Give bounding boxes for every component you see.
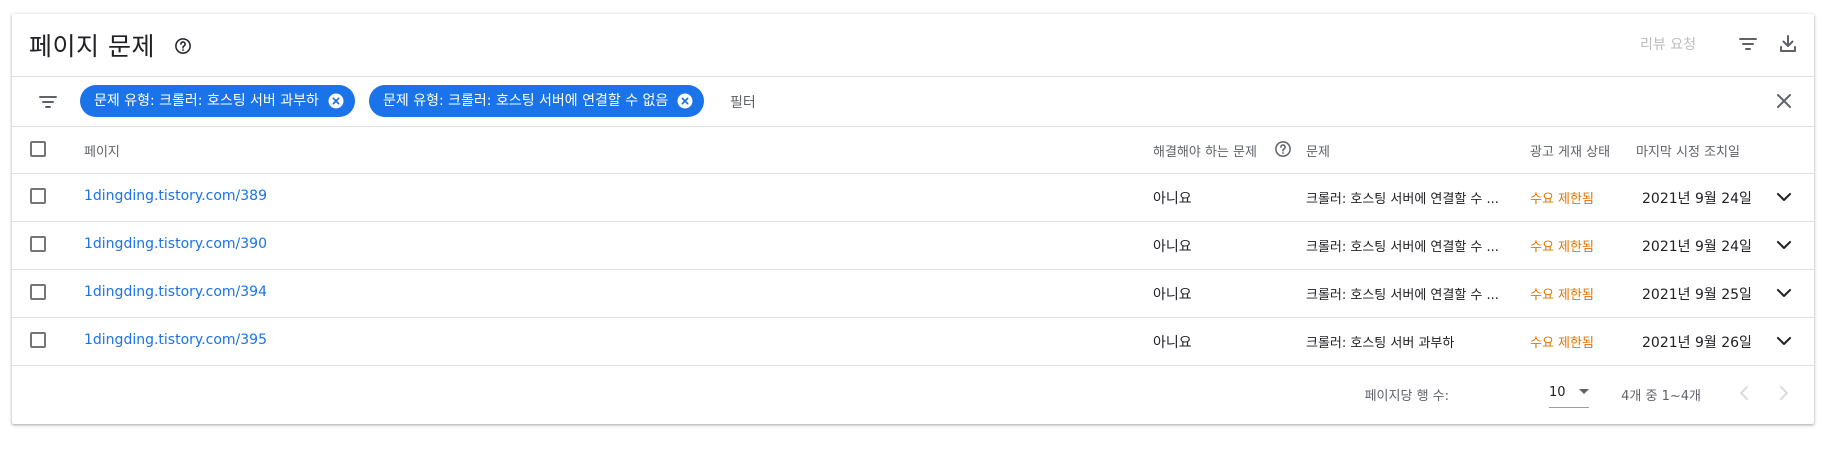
last-action-date: 2021년 9월 25일 [1642, 287, 1752, 303]
column-header-issue[interactable]: 문제 [1306, 141, 1330, 160]
page-link[interactable]: 1dingding.tistory.com/395 [84, 332, 267, 348]
ad-status-value: 수요 제한됨 [1530, 192, 1594, 207]
must-fix-value: 아니요 [1153, 287, 1192, 303]
page-link[interactable]: 1dingding.tistory.com/394 [84, 284, 267, 300]
chevron-down-icon[interactable] [1772, 185, 1796, 209]
select-all-checkbox[interactable] [30, 141, 46, 157]
close-icon[interactable] [1772, 89, 1796, 113]
last-action-date: 2021년 9월 26일 [1642, 335, 1752, 351]
filter-icon[interactable] [1736, 32, 1760, 56]
chevron-right-icon[interactable] [1772, 381, 1796, 405]
issue-value: 크롤러: 호스팅 서버에 연결할 수 ... [1306, 192, 1499, 207]
page-title: 페이지 문제 [29, 32, 155, 61]
rows-per-page-label: 페이지당 행 수: [1364, 389, 1449, 404]
table-row[interactable]: 1dingding.tistory.com/395 아니요 크롤러: 호스팅 서… [12, 317, 1814, 366]
filter-bar: 문제 유형: 크롤러: 호스팅 서버 과부하 문제 유형: 크롤러: 호스팅 서… [12, 76, 1814, 127]
row-checkbox[interactable] [30, 284, 46, 300]
close-icon[interactable] [327, 92, 345, 110]
close-icon[interactable] [676, 92, 694, 110]
page-link[interactable]: 1dingding.tistory.com/390 [84, 236, 267, 252]
last-action-date: 2021년 9월 24일 [1642, 191, 1752, 207]
chevron-left-icon[interactable] [1732, 381, 1756, 405]
filter-input[interactable]: 필터 [730, 92, 756, 112]
column-header-page[interactable]: 페이지 [84, 141, 120, 160]
header-actions: 리뷰 요청 [1640, 32, 1800, 56]
help-icon[interactable] [1274, 140, 1292, 158]
chevron-down-icon[interactable] [1772, 281, 1796, 305]
table-row[interactable]: 1dingding.tistory.com/389 아니요 크롤러: 호스팅 서… [12, 173, 1814, 222]
pagination-range: 4개 중 1~4개 [1621, 389, 1701, 404]
issue-value: 크롤러: 호스팅 서버에 연결할 수 ... [1306, 240, 1499, 255]
row-checkbox[interactable] [30, 188, 46, 204]
page-link[interactable]: 1dingding.tistory.com/389 [84, 188, 267, 204]
ad-status-value: 수요 제한됨 [1530, 336, 1594, 351]
must-fix-value: 아니요 [1153, 191, 1192, 207]
ad-status-value: 수요 제한됨 [1530, 288, 1594, 303]
ad-status-value: 수요 제한됨 [1530, 240, 1594, 255]
help-icon[interactable] [174, 37, 192, 55]
download-icon[interactable] [1776, 32, 1800, 56]
filter-chip-overload[interactable]: 문제 유형: 크롤러: 호스팅 서버 과부하 [80, 85, 355, 117]
issue-value: 크롤러: 호스팅 서버에 연결할 수 ... [1306, 288, 1499, 303]
card-header: 페이지 문제 리뷰 요청 [12, 14, 1814, 76]
table-row[interactable]: 1dingding.tistory.com/394 아니요 크롤러: 호스팅 서… [12, 269, 1814, 318]
column-header-ad-status[interactable]: 광고 게재 상태 [1530, 141, 1610, 160]
column-header-last-action[interactable]: 마지막 시정 조치일 [1636, 141, 1740, 160]
last-action-date: 2021년 9월 24일 [1642, 239, 1752, 255]
must-fix-value: 아니요 [1153, 335, 1192, 351]
row-checkbox[interactable] [30, 236, 46, 252]
rows-per-page-value: 10 [1549, 385, 1566, 400]
filter-chip-label: 문제 유형: 크롤러: 호스팅 서버에 연결할 수 없음 [383, 93, 669, 109]
pagination-footer: 페이지당 행 수: 10 4개 중 1~4개 [12, 365, 1814, 424]
must-fix-value: 아니요 [1153, 239, 1192, 255]
table-row[interactable]: 1dingding.tistory.com/390 아니요 크롤러: 호스팅 서… [12, 221, 1814, 270]
table-header: 페이지 해결해야 하는 문제 문제 광고 게재 상태 마지막 시정 조치일 [12, 125, 1814, 174]
rows-per-page-select[interactable]: 10 [1549, 377, 1589, 408]
filter-chip-label: 문제 유형: 크롤러: 호스팅 서버 과부하 [94, 93, 319, 109]
chevron-down-icon[interactable] [1772, 233, 1796, 257]
row-checkbox[interactable] [30, 332, 46, 348]
column-header-must-fix[interactable]: 해결해야 하는 문제 [1153, 141, 1257, 160]
filter-icon[interactable] [36, 90, 60, 114]
chevron-down-icon[interactable] [1772, 329, 1796, 353]
dropdown-arrow-icon [1579, 389, 1589, 394]
request-review-button[interactable]: 리뷰 요청 [1640, 34, 1696, 54]
issue-value: 크롤러: 호스팅 서버 과부하 [1306, 336, 1455, 351]
filter-chip-unreachable[interactable]: 문제 유형: 크롤러: 호스팅 서버에 연결할 수 없음 [369, 85, 705, 117]
page-issues-card: 페이지 문제 리뷰 요청 문제 유형: 크롤러: 호스팅 서버 과부하 문제 유… [12, 14, 1814, 424]
